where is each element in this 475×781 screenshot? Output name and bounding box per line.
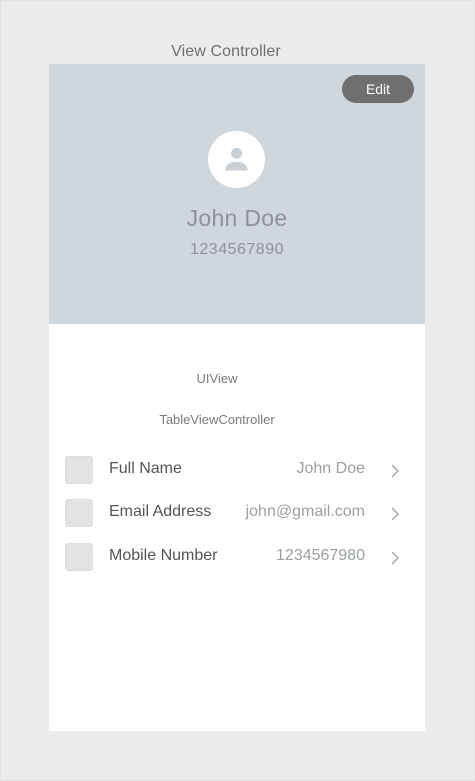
profile-name: John Doe: [186, 205, 288, 231]
table-row-mobile[interactable]: Mobile Number 1234567980: [49, 538, 425, 578]
table-view-controller-label: TableViewController: [159, 412, 275, 427]
row-placeholder-icon: [65, 543, 93, 571]
profile-header: Edit John Doe 1234567890: [49, 64, 425, 324]
person-icon: [225, 147, 248, 171]
chevron-right-icon: [391, 551, 400, 565]
row-label: Email Address: [109, 503, 212, 520]
row-value: John Doe: [296, 460, 366, 477]
chevron-right-icon: [391, 464, 400, 478]
chevron-right-icon: [391, 507, 400, 521]
row-value: john@gmail.com: [245, 503, 365, 520]
phone-screen: Edit John Doe 1234567890 UIView TableVie…: [49, 64, 425, 731]
profile-phone: 1234567890: [190, 241, 284, 258]
edit-button[interactable]: Edit: [342, 75, 414, 103]
row-placeholder-icon: [65, 499, 93, 527]
row-value: 1234567980: [276, 547, 365, 564]
row-label: Mobile Number: [109, 547, 218, 564]
table-row-full-name[interactable]: Full Name John Doe: [49, 451, 425, 491]
table-row-email[interactable]: Email Address john@gmail.com: [49, 494, 425, 534]
uiview-label: UIView: [196, 371, 238, 386]
row-label: Full Name: [109, 460, 182, 477]
avatar: [208, 131, 265, 188]
view-controller-title: View Controller: [171, 43, 281, 60]
row-placeholder-icon: [65, 456, 93, 484]
